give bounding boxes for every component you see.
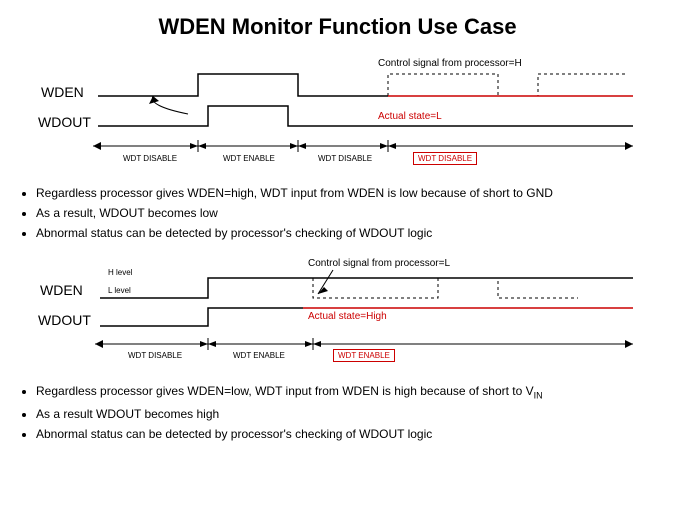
seg-label-abnormal: WDT DISABLE (413, 152, 477, 165)
bullet-list-1: Regardless processor gives WDEN=high, WD… (26, 184, 649, 242)
wdout-label: WDOUT (38, 114, 91, 130)
bullet-item: As a result, WDOUT becomes low (36, 204, 649, 222)
seg-label: WDT DISABLE (128, 351, 182, 360)
bullet-item: Regardless processor gives WDEN=high, WD… (36, 184, 649, 202)
bullet-list-2: Regardless processor gives WDEN=low, WDT… (26, 382, 649, 443)
bullet-item: As a result WDOUT becomes high (36, 405, 649, 423)
bullet-item: Abnormal status can be detected by proce… (36, 425, 649, 443)
wden-label: WDEN (40, 282, 83, 298)
page-title: WDEN Monitor Function Use Case (0, 0, 675, 56)
wden-label: WDEN (41, 84, 84, 100)
l-level-label: L level (108, 286, 131, 295)
timing-diagram-2: H level L level WDEN WDOUT Control signa… (38, 256, 637, 374)
actual-state-label: Actual state=High (308, 311, 387, 322)
h-level-label: H level (108, 268, 132, 277)
control-signal-label: Control signal from processor=H (378, 58, 522, 69)
seg-label-abnormal: WDT ENABLE (333, 349, 395, 362)
timing-diagram-1: WDEN WDOUT Control signal from processor… (38, 56, 637, 176)
seg-label: WDT ENABLE (223, 154, 275, 163)
bullet-item: Regardless processor gives WDEN=low, WDT… (36, 382, 649, 403)
seg-label: WDT DISABLE (123, 154, 177, 163)
seg-label: WDT DISABLE (318, 154, 372, 163)
wdout-label: WDOUT (38, 312, 91, 328)
bullet-item: Abnormal status can be detected by proce… (36, 224, 649, 242)
seg-label: WDT ENABLE (233, 351, 285, 360)
actual-state-label: Actual state=L (378, 111, 442, 122)
control-signal-label: Control signal from processor=L (308, 258, 450, 269)
